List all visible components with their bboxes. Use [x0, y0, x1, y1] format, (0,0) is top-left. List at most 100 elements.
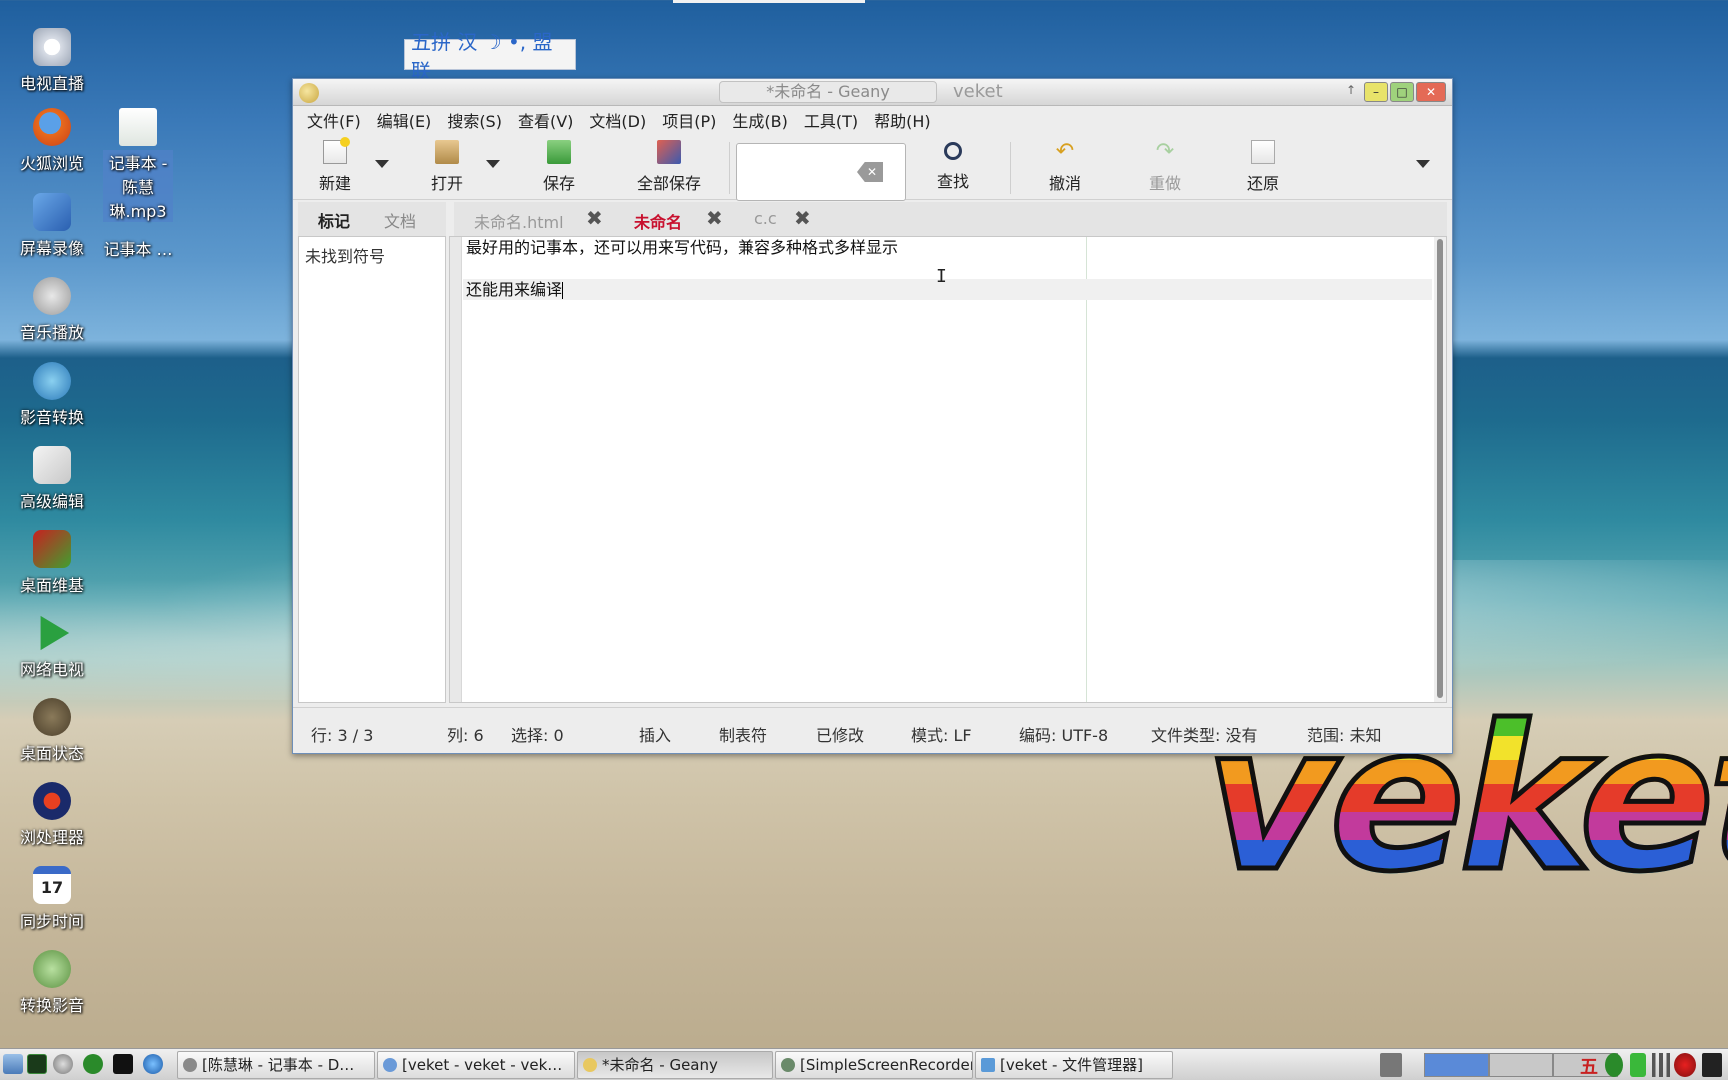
editor-line-current: 还能用来编译	[463, 279, 1432, 300]
settings-icon[interactable]	[53, 1054, 73, 1074]
workspace-1[interactable]	[1424, 1053, 1489, 1077]
desktop-icon-tv-live[interactable]: 电视直播	[2, 28, 102, 94]
desktop-icon-sync-time[interactable]: 17 同步时间	[2, 866, 102, 932]
desktop-icon-convert-media[interactable]: 转换影音	[2, 950, 102, 1016]
close-tab-icon[interactable]: ✖	[794, 208, 811, 228]
undo-button[interactable]: ↶ 撤消	[1045, 138, 1085, 194]
tab-symbols[interactable]: 标记	[305, 208, 363, 240]
terminal-icon[interactable]	[113, 1054, 133, 1074]
desktop-icon-label: 转换影音	[19, 996, 84, 1015]
taskbar-item-file-manager[interactable]: [veket - 文件管理器]	[975, 1051, 1173, 1079]
toolbar-separator	[1010, 142, 1011, 194]
desktop-icon-screen-recorder[interactable]: 屏幕录像	[2, 193, 102, 259]
start-menu-icon[interactable]	[3, 1054, 23, 1074]
editor-line: 最好用的记事本，还可以用来写代码，兼容多种格式多样显示	[466, 238, 899, 257]
desktop-icon-label: 影音转换	[19, 408, 84, 427]
new-button[interactable]: 新建	[315, 137, 355, 194]
desktop-icon-notepad[interactable]: 记事本 …	[88, 236, 188, 260]
vertical-scrollbar[interactable]	[1434, 237, 1446, 702]
ime-indicator-icon[interactable]: 五	[1580, 1053, 1598, 1078]
save-icon	[547, 140, 571, 164]
menu-tools[interactable]: 工具(T)	[796, 108, 866, 132]
desktop-icon-desktop-wiki[interactable]: 桌面维基	[2, 530, 102, 596]
geany-window: *未命名 - Geany veket ↑ – □ ✕ 文件(F) 编辑(E) 搜…	[292, 78, 1453, 754]
clipboard-icon[interactable]	[1702, 1053, 1722, 1077]
maximize-button[interactable]: □	[1390, 82, 1414, 102]
task-label: [veket - veket - vek…	[402, 1056, 563, 1074]
desktop-icon-desktop-status[interactable]: 桌面状态	[2, 698, 102, 764]
workspace-2[interactable]	[1488, 1053, 1554, 1077]
minimize-button[interactable]: –	[1364, 82, 1388, 102]
undo-button-label: 撤消	[1048, 174, 1081, 193]
close-tab-icon[interactable]: ✖	[706, 208, 723, 228]
menu-edit[interactable]: 编辑(E)	[369, 108, 440, 132]
desktop-icon-label: 同步时间	[19, 912, 84, 931]
close-button[interactable]: ✕	[1416, 82, 1446, 102]
signal-icon[interactable]	[1652, 1053, 1670, 1077]
menu-search[interactable]: 搜索(S)	[439, 108, 510, 132]
symbol-panel-message: 未找到符号	[305, 247, 386, 266]
desktop-icon-label: 记事本 - 陈慧琳.mp3	[103, 150, 173, 222]
save-button[interactable]: 保存	[539, 138, 579, 194]
window-titlebar[interactable]: *未命名 - Geany veket ↑ – □ ✕	[293, 79, 1452, 106]
tab-c-file[interactable]: c.c	[754, 209, 777, 228]
system-monitor-icon[interactable]	[27, 1054, 47, 1074]
desktop-icon-media-convert[interactable]: 影音转换	[2, 362, 102, 428]
desktop-icon-browser[interactable]: 浏处理器	[2, 782, 102, 848]
desktop-icon-notepad-mp3[interactable]: 记事本 - 陈慧琳.mp3	[88, 108, 188, 222]
desktop-icon-advanced-editor[interactable]: 高级编辑	[2, 446, 102, 512]
status-indent: 制表符	[719, 726, 768, 745]
desktop-icon-label: 屏幕录像	[19, 239, 84, 258]
taskbar: [陈慧琳 - 记事本 - D… [veket - veket - vek… *未…	[0, 1048, 1728, 1080]
taskbar-item-notepad[interactable]: [陈慧琳 - 记事本 - D…	[177, 1051, 375, 1079]
task-label: [陈慧琳 - 记事本 - D…	[202, 1056, 355, 1074]
menu-document[interactable]: 文档(D)	[581, 108, 654, 132]
globe-icon[interactable]	[143, 1054, 163, 1074]
desktop-icon-music-player[interactable]: 音乐播放	[2, 277, 102, 343]
taskbar-item-screen-recorder[interactable]: [SimpleScreenRecorder]	[775, 1051, 973, 1079]
tab-untitled[interactable]: 未命名	[621, 209, 725, 241]
save-all-button[interactable]: 全部保存	[633, 138, 705, 194]
open-button[interactable]: 打开	[427, 138, 467, 194]
tab-documents[interactable]: 文档	[384, 208, 416, 232]
redo-button[interactable]: ↷ 重做	[1145, 138, 1185, 194]
main-area: 标记 文档 未找到符号 未命名.html ✖ 未命名 ✖ c.c ✖ 最好用的记…	[298, 202, 1447, 703]
record-icon[interactable]	[1674, 1053, 1696, 1077]
open-folder-icon	[435, 140, 459, 164]
status-column: 列: 6	[447, 726, 484, 745]
ime-toolbar[interactable]: 五拼 汉 ☽ •, 盟联	[404, 30, 576, 83]
tab-untitled-html[interactable]: 未命名.html	[474, 209, 564, 233]
geany-app-icon[interactable]	[299, 83, 319, 103]
scrollbar-thumb[interactable]	[1437, 239, 1443, 698]
desktop-icon-firefox[interactable]: 火狐浏览	[2, 108, 102, 174]
menu-file[interactable]: 文件(F)	[299, 108, 369, 132]
toolbar: 新建 打开 保存 全部保存 ✕ 查找 ↶ 撤消 ↷ 重做 还原	[293, 134, 1452, 201]
status-line: 行: 3 / 3	[311, 726, 374, 745]
task-app-icon	[583, 1058, 597, 1072]
redo-icon: ↷	[1155, 139, 1175, 164]
save-all-button-label: 全部保存	[636, 174, 701, 193]
find-button[interactable]: 查找	[933, 138, 973, 192]
toolbar-overflow-arrow-icon[interactable]	[1416, 160, 1430, 168]
new-dropdown-arrow-icon[interactable]	[375, 160, 389, 168]
media-play-icon[interactable]	[83, 1054, 103, 1074]
pin-icon[interactable]: ↑	[1346, 83, 1356, 97]
screenshot-tray-icon[interactable]	[1380, 1053, 1402, 1077]
code-editor[interactable]: 最好用的记事本，还可以用来写代码，兼容多种格式多样显示 还能用来编译	[449, 236, 1447, 703]
desktop-icon-label: 电视直播	[19, 74, 84, 93]
taskbar-item-browser[interactable]: [veket - veket - vek…	[377, 1051, 575, 1079]
menu-help[interactable]: 帮助(H)	[866, 108, 939, 132]
close-tab-icon[interactable]: ✖	[586, 208, 603, 228]
menu-view[interactable]: 查看(V)	[510, 108, 581, 132]
open-dropdown-arrow-icon[interactable]	[486, 160, 500, 168]
battery-icon[interactable]	[1630, 1053, 1646, 1077]
undo-icon: ↶	[1055, 139, 1075, 164]
taskbar-item-geany[interactable]: *未命名 - Geany	[577, 1051, 773, 1079]
media-tray-icon[interactable]	[1605, 1053, 1623, 1077]
task-label: *未命名 - Geany	[602, 1056, 718, 1074]
menu-project[interactable]: 项目(P)	[654, 108, 724, 132]
menu-build[interactable]: 生成(B)	[724, 108, 795, 132]
desktop-icon-web-tv[interactable]: 网络电视	[2, 614, 102, 680]
desktop-icon-label: 高级编辑	[19, 492, 84, 511]
revert-button[interactable]: 还原	[1243, 138, 1283, 194]
